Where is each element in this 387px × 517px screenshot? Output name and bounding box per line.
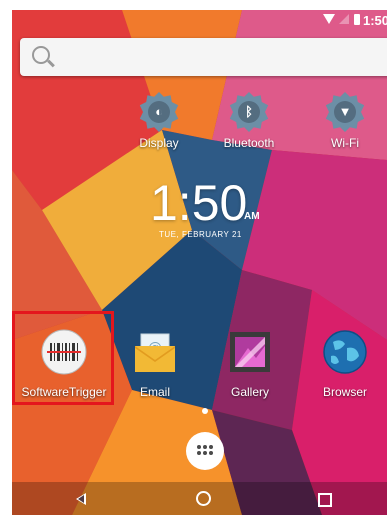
display-settings-icon: ◐: [139, 92, 179, 132]
battery-icon: [354, 14, 360, 25]
display-shortcut-label: Display: [139, 136, 179, 150]
app-label: Browser: [322, 385, 367, 399]
bluetooth-shortcut[interactable]: ᛒ Bluetooth: [214, 92, 284, 150]
page-indicator: [202, 408, 208, 414]
globe-icon: [323, 330, 367, 374]
app-softwaretrigger[interactable]: SoftwareTrigger: [19, 328, 109, 399]
barcode-scanner-icon: [41, 329, 87, 375]
app-gallery[interactable]: Gallery: [205, 328, 295, 399]
app-drawer-button[interactable]: [186, 432, 224, 470]
search-icon: [32, 46, 50, 64]
cell-signal-icon: [339, 14, 349, 24]
app-email[interactable]: @ Email: [110, 328, 200, 399]
bluetooth-shortcut-label: Bluetooth: [223, 136, 275, 150]
clock-widget[interactable]: 1:50 AM TUE, FEBRUARY 21: [150, 175, 260, 239]
bluetooth-settings-icon: ᛒ: [229, 92, 269, 132]
recent-apps-icon[interactable]: [318, 493, 332, 507]
clock-date: TUE, FEBRUARY 21: [159, 230, 242, 239]
display-shortcut[interactable]: ◐ Display: [124, 92, 194, 150]
wifi-settings-icon: ▼: [325, 92, 365, 132]
home-screen: 1:50 ◐ Display ᛒ Bluetooth ▼ Wi-Fi 1:50 …: [12, 10, 387, 515]
app-label: Gallery: [230, 385, 269, 399]
clock-time: 1:50: [150, 175, 248, 231]
app-browser[interactable]: Browser: [300, 328, 387, 399]
app-label: SoftwareTrigger: [21, 385, 107, 399]
device-frame: 1:50 ◐ Display ᛒ Bluetooth ▼ Wi-Fi 1:50 …: [0, 0, 387, 517]
wifi-shortcut[interactable]: ▼ Wi-Fi: [310, 92, 380, 150]
home-icon[interactable]: [196, 491, 211, 506]
wifi-signal-icon: [323, 14, 335, 24]
gallery-icon: [230, 332, 270, 372]
clock-ampm: AM: [244, 211, 260, 222]
wifi-shortcut-label: Wi-Fi: [331, 136, 359, 150]
app-label: Email: [139, 385, 170, 399]
status-bar: 1:50: [12, 10, 387, 34]
navigation-bar: [12, 482, 387, 515]
search-bar[interactable]: [20, 38, 387, 76]
status-time: 1:50: [362, 13, 387, 28]
back-icon[interactable]: [76, 493, 86, 505]
email-icon: @: [135, 333, 175, 372]
